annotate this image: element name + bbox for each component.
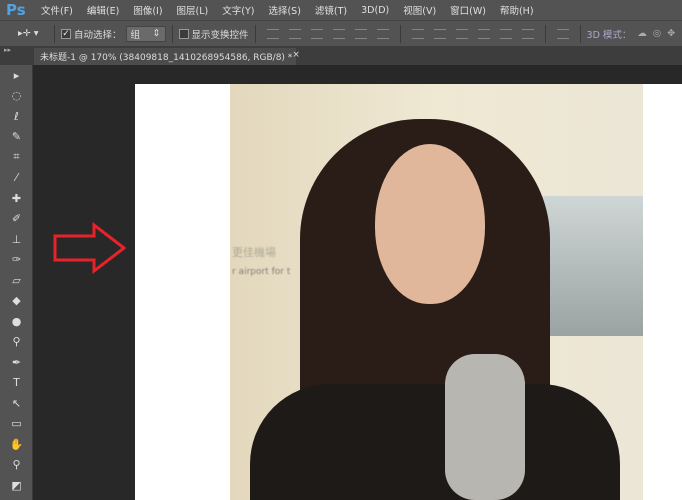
distribute-left-icon[interactable]	[477, 28, 490, 39]
menu-help[interactable]: 帮助(H)	[493, 3, 541, 17]
crop-tool-icon[interactable]: ⌗	[0, 147, 33, 168]
red-arrow-annotation	[53, 222, 127, 274]
quick-select-tool-icon[interactable]: ✎	[0, 127, 33, 148]
path-select-tool-icon[interactable]: ↖	[0, 393, 33, 414]
photo-face	[375, 144, 485, 304]
auto-select-dropdown[interactable]: 组 ⇕	[125, 25, 166, 42]
hand-tool-icon[interactable]: ✋	[0, 434, 33, 455]
menu-layer[interactable]: 图层(L)	[170, 3, 216, 17]
auto-align-icon[interactable]	[556, 28, 569, 39]
divider	[544, 24, 546, 43]
divider	[54, 24, 55, 43]
history-brush-tool-icon[interactable]: ✑	[0, 250, 33, 271]
divider	[399, 24, 401, 43]
rectangle-tool-icon[interactable]: ▭	[0, 414, 33, 435]
marquee-tool-icon[interactable]: ◌	[0, 86, 33, 107]
menu-window[interactable]: 窗口(W)	[443, 3, 493, 17]
3d-mode-label: 3D 模式：	[586, 29, 632, 41]
document-tab-bar: ▸▸ 未标题-1 @ 170% (38409818_1410268954586,…	[0, 46, 682, 65]
document-tab[interactable]: 未标题-1 @ 170% (38409818_1410268954586, RG…	[34, 48, 300, 65]
eyedropper-tool-icon[interactable]: ⁄	[0, 168, 33, 189]
photoshop-logo: Ps	[6, 1, 26, 19]
move-tool-icon[interactable]: ▸	[0, 65, 33, 86]
lasso-tool-icon[interactable]: ℓ	[0, 106, 33, 127]
align-left-icon[interactable]	[332, 28, 345, 39]
dodge-tool-icon[interactable]: ⚲	[0, 332, 33, 353]
photo-scarf	[445, 354, 525, 500]
blur-tool-icon[interactable]: ●	[0, 311, 33, 332]
photo-body	[250, 384, 620, 500]
brush-tool-icon[interactable]: ✐	[0, 209, 33, 230]
type-tool-icon[interactable]: T	[0, 373, 33, 394]
align-right-icon[interactable]	[376, 28, 389, 39]
move-tool-preset-icon[interactable]: ▸✛ ▾	[0, 28, 48, 39]
menu-type[interactable]: 文字(Y)	[215, 3, 261, 17]
color-swatches-icon[interactable]: ◩	[0, 475, 33, 496]
distribute-vcenter-icon[interactable]	[433, 28, 446, 39]
3d-rotate-icon[interactable]: ☁◎✥	[637, 28, 681, 39]
auto-select-label: 自动选择：	[74, 29, 122, 41]
photo-sign-cn: 更佳機場	[232, 246, 276, 259]
divider	[254, 24, 256, 43]
align-top-icon[interactable]	[266, 28, 279, 39]
options-bar: ▸✛ ▾ ✓ 自动选择： 组 ⇕ 显示变换控件 3D 模式： ☁◎✥	[0, 20, 682, 46]
menu-file[interactable]: 文件(F)	[34, 3, 80, 17]
dropdown-arrow-icon: ⇕	[152, 28, 161, 39]
distribute-hcenter-icon[interactable]	[499, 28, 512, 39]
menu-select[interactable]: 选择(S)	[261, 3, 307, 17]
paint-bucket-tool-icon[interactable]: ◆	[0, 291, 33, 312]
dropdown-value: 组	[130, 29, 141, 41]
show-transform-label: 显示变换控件	[191, 29, 249, 41]
photo-background-window	[535, 196, 643, 336]
healing-brush-tool-icon[interactable]: ✚	[0, 188, 33, 209]
distribute-bottom-icon[interactable]	[455, 28, 468, 39]
menu-3d[interactable]: 3D(D)	[354, 5, 396, 16]
panel-collapse-icon[interactable]: ▸▸	[4, 46, 11, 54]
align-bottom-icon[interactable]	[310, 28, 323, 39]
divider	[171, 24, 173, 43]
close-tab-icon[interactable]: ×	[292, 50, 300, 63]
menu-filter[interactable]: 滤镜(T)	[308, 3, 354, 17]
document-canvas[interactable]: 更佳機場 r airport for t	[135, 84, 682, 500]
show-transform-checkbox[interactable]	[178, 28, 189, 39]
align-vcenter-icon[interactable]	[288, 28, 301, 39]
clone-stamp-tool-icon[interactable]: ⊥	[0, 229, 33, 250]
menu-view[interactable]: 视图(V)	[396, 3, 443, 17]
eraser-tool-icon[interactable]: ▱	[0, 270, 33, 291]
menu-image[interactable]: 图像(I)	[126, 3, 169, 17]
auto-select-checkbox[interactable]: ✓	[61, 28, 71, 39]
align-hcenter-icon[interactable]	[354, 28, 367, 39]
menu-bar: Ps 文件(F) 编辑(E) 图像(I) 图层(L) 文字(Y) 选择(S) 滤…	[0, 0, 682, 20]
pen-tool-icon[interactable]: ✒	[0, 352, 33, 373]
portrait-photo: 更佳機場 r airport for t	[230, 84, 643, 500]
distribute-top-icon[interactable]	[411, 28, 424, 39]
zoom-tool-icon[interactable]: ⚲	[0, 455, 33, 476]
divider	[579, 24, 581, 43]
document-title: 未标题-1 @ 170% (38409818_1410268954586, RG…	[40, 53, 293, 63]
toolbox: ▸ ◌ ℓ ✎ ⌗ ⁄ ✚ ✐ ⊥ ✑ ▱ ◆ ● ⚲ ✒ T ↖ ▭ ✋ ⚲ …	[0, 65, 33, 500]
photo-sign-en: r airport for t	[232, 267, 291, 277]
menu-edit[interactable]: 编辑(E)	[80, 3, 126, 17]
distribute-right-icon[interactable]	[521, 28, 534, 39]
